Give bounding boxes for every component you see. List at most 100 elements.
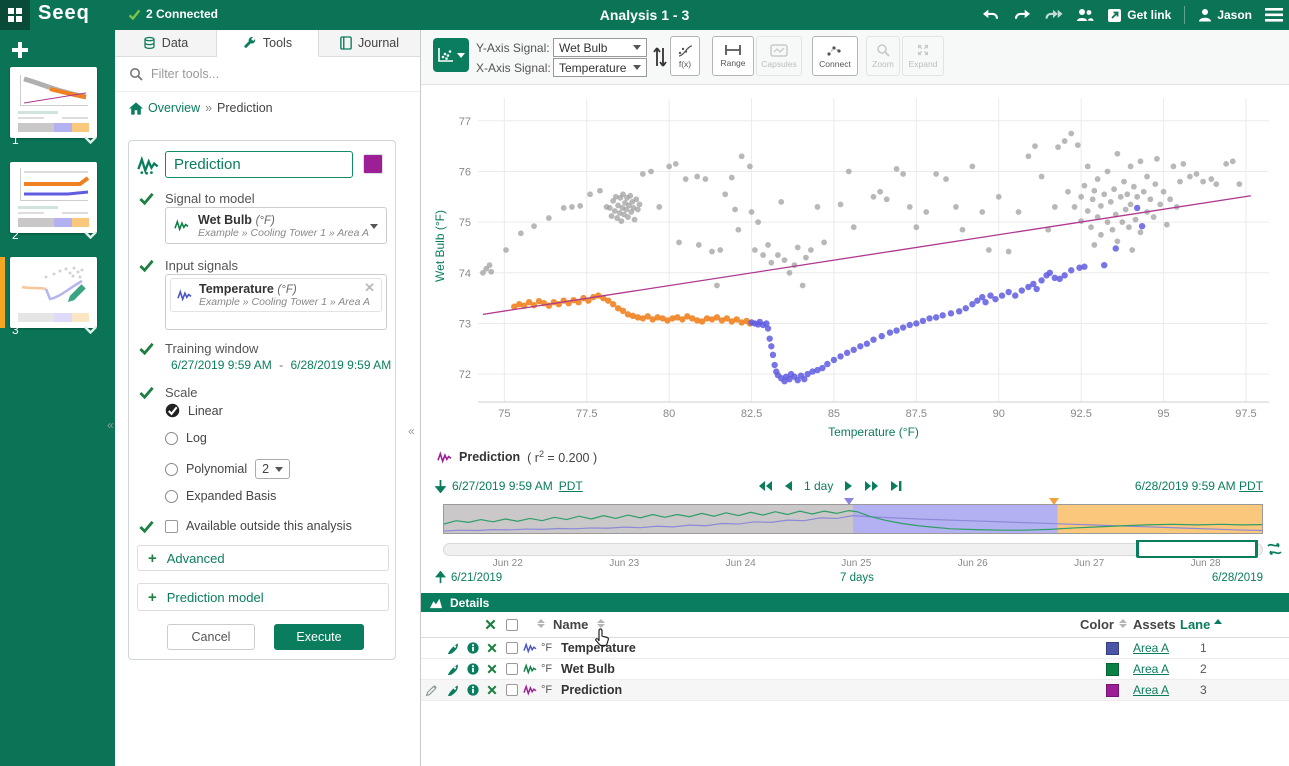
skip-to-end-icon[interactable] [890, 480, 902, 492]
add-worksheet-button[interactable] [10, 40, 30, 60]
signal-to-model-dropdown[interactable]: Wet Bulb (°F) Example » Cooling Tower 1 … [165, 207, 387, 244]
investigate-duration[interactable]: 7 days [840, 572, 874, 584]
step-back-icon[interactable] [784, 480, 793, 492]
tool-name-input[interactable] [165, 151, 353, 178]
prediction-model-expander[interactable]: + Prediction model [137, 583, 389, 611]
scale-option-expanded-basis[interactable]: Expanded Basis [165, 489, 276, 503]
color-column-header[interactable]: Color [1080, 612, 1114, 637]
region-marker-blue[interactable] [844, 498, 854, 505]
arrow-up-icon[interactable] [435, 571, 446, 584]
row-checkbox[interactable] [506, 638, 518, 658]
item-name[interactable]: Prediction [561, 680, 622, 700]
scale-option-log[interactable]: Log [165, 431, 207, 445]
row-checkbox[interactable] [506, 680, 518, 700]
worksheet-1-thumbnail[interactable] [10, 67, 97, 138]
users-button[interactable] [1076, 8, 1094, 22]
fast-forward-icon[interactable] [864, 480, 879, 492]
item-name[interactable]: Wet Bulb [561, 659, 615, 679]
arrow-down-icon[interactable] [435, 479, 446, 493]
color-swatch[interactable] [1106, 659, 1119, 679]
worksheet-3-thumbnail[interactable] [10, 257, 97, 328]
scale-option-linear[interactable]: Linear [165, 403, 223, 418]
swap-axes-button[interactable] [652, 44, 668, 70]
row-checkbox[interactable] [506, 659, 518, 679]
collapse-sidebar-handle[interactable]: « [107, 418, 114, 432]
investigate-end-date[interactable]: 6/28/2019 [1212, 572, 1263, 584]
cancel-button[interactable]: Cancel [167, 624, 255, 650]
remove-icon[interactable] [487, 680, 497, 700]
get-link-button[interactable]: Get link [1107, 8, 1171, 23]
auto-update-icon[interactable] [1267, 541, 1282, 557]
remove-signal-icon[interactable]: ✕ [364, 280, 375, 296]
asset-link[interactable]: Area A [1133, 680, 1169, 700]
details-header[interactable]: Details [421, 593, 1289, 612]
color-picker-swatch[interactable] [363, 154, 383, 174]
info-icon[interactable] [467, 659, 479, 679]
fx-button[interactable]: f(x) [670, 36, 700, 76]
connection-status[interactable]: 2 Connected [128, 7, 218, 21]
timeline-strip[interactable] [443, 504, 1263, 534]
trend-icon[interactable] [447, 659, 460, 679]
remove-icon[interactable] [487, 638, 497, 658]
fast-redo-button[interactable] [1044, 8, 1063, 23]
trend-icon[interactable] [447, 680, 460, 700]
tab-data[interactable]: Data [115, 30, 217, 56]
tab-tools[interactable]: Tools [217, 30, 319, 57]
info-icon[interactable] [467, 638, 479, 658]
advanced-expander[interactable]: + Advanced [137, 545, 389, 571]
select-all-checkbox[interactable] [506, 612, 518, 637]
undo-button[interactable] [982, 8, 1000, 23]
timezone-link[interactable]: PDT [1239, 479, 1263, 493]
details-row-wet-bulb[interactable]: °F Wet Bulb Area A 2 [421, 659, 1289, 680]
rewind-icon[interactable] [758, 480, 773, 492]
trend-icon[interactable] [447, 638, 460, 658]
step-duration-label[interactable]: 1 day [804, 479, 833, 493]
breadcrumb-overview-link[interactable]: Overview [148, 101, 200, 115]
asset-link[interactable]: Area A [1133, 638, 1169, 658]
home-icon[interactable] [129, 102, 143, 115]
collapse-panel-handle[interactable]: « [408, 424, 415, 438]
training-start-link[interactable]: 6/27/2019 9:59 AM [171, 358, 272, 372]
range-button[interactable]: Range [712, 36, 754, 76]
color-swatch[interactable] [1106, 680, 1119, 700]
range-start-datetime[interactable]: 6/27/2019 9:59 AM [452, 479, 553, 493]
connect-button[interactable]: Connect [812, 36, 858, 76]
available-outside-checkbox-row[interactable]: Available outside this analysis [165, 519, 352, 533]
details-row-temperature[interactable]: °F Temperature Area A 1 [421, 638, 1289, 659]
color-swatch[interactable] [1106, 638, 1119, 658]
user-menu[interactable]: Jason [1198, 8, 1252, 22]
name-column-header[interactable]: Name [553, 612, 588, 637]
details-row-prediction[interactable]: °F Prediction Area A 3 [421, 680, 1289, 701]
scatter-chart[interactable]: 7577.58082.58587.59092.59597.57273747576… [432, 90, 1285, 442]
chevron-down-icon[interactable] [84, 136, 97, 144]
hamburger-menu[interactable] [1265, 8, 1283, 22]
range-end-datetime[interactable]: 6/28/2019 9:59 AM [1135, 479, 1236, 493]
remove-icon[interactable] [487, 659, 497, 679]
training-end-link[interactable]: 6/28/2019 9:59 AM [290, 358, 391, 372]
info-icon[interactable] [467, 680, 479, 700]
scale-option-polynomial[interactable]: Polynomial 2 [165, 459, 290, 479]
worksheet-2-thumbnail[interactable] [10, 162, 97, 233]
assets-column-header[interactable]: Assets [1133, 612, 1176, 637]
lane-column-header[interactable]: Lane [1180, 612, 1210, 637]
tab-journal[interactable]: Journal [319, 30, 420, 56]
redo-button[interactable] [1013, 8, 1031, 23]
app-grid-button[interactable] [0, 0, 30, 30]
chevron-down-icon[interactable] [84, 326, 97, 334]
timeline-range-selector[interactable] [1136, 540, 1258, 558]
execute-button[interactable]: Execute [274, 624, 364, 650]
region-marker-orange[interactable] [1049, 498, 1059, 505]
asset-link[interactable]: Area A [1133, 659, 1169, 679]
polynomial-order-select[interactable]: 2 [255, 459, 290, 479]
x-axis-signal-select[interactable]: Temperature [553, 58, 647, 77]
timezone-link[interactable]: PDT [559, 479, 583, 493]
step-forward-icon[interactable] [844, 480, 853, 492]
remove-all-icon[interactable] [485, 612, 496, 637]
edit-icon[interactable] [425, 680, 438, 700]
filter-tools-input[interactable] [151, 67, 391, 81]
investigate-start-date[interactable]: 6/21/2019 [451, 572, 502, 584]
checkbox[interactable] [165, 520, 178, 533]
chart-type-button[interactable] [433, 38, 469, 72]
y-axis-signal-select[interactable]: Wet Bulb [553, 38, 647, 57]
chevron-down-icon[interactable] [84, 231, 97, 239]
